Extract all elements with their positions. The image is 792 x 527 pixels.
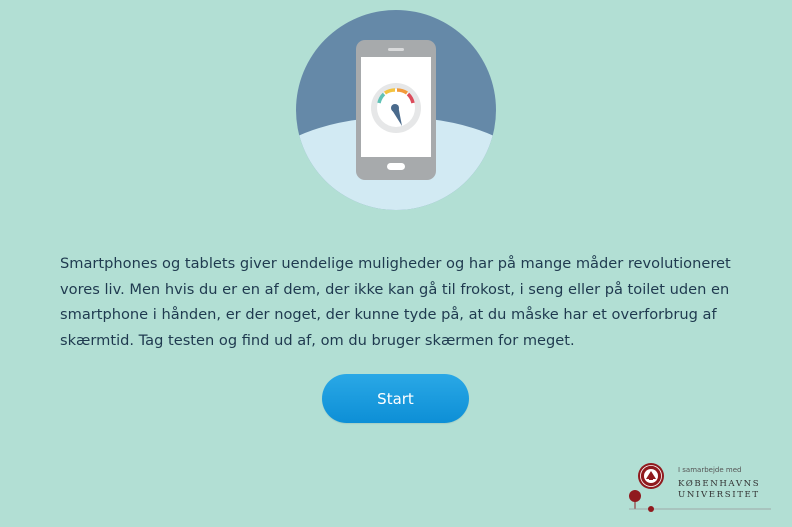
partner-logo[interactable]: I samarbejde med KØBENHAVNS UNIVERSITET	[627, 460, 773, 516]
smartphone-speedometer-icon	[296, 10, 496, 210]
university-name-line2: UNIVERSITET	[678, 490, 760, 500]
university-name-line1: KØBENHAVNS	[678, 479, 761, 489]
intro-paragraph: Smartphones og tablets giver uendelige m…	[60, 255, 731, 349]
hero-illustration	[296, 10, 496, 210]
start-button[interactable]: Start	[322, 374, 469, 423]
university-name: KØBENHAVNS UNIVERSITET	[678, 479, 760, 501]
partner-tagline: I samarbejde med	[678, 466, 742, 474]
